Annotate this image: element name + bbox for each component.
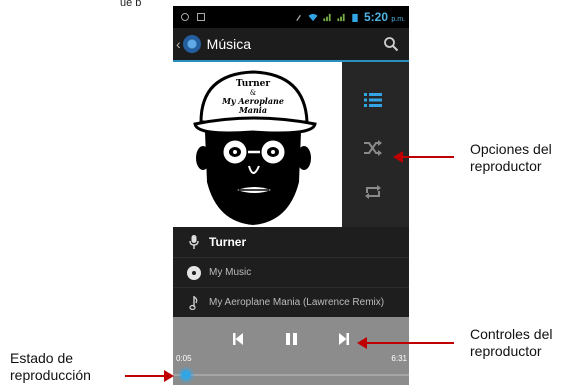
action-bar: ‹ Música (173, 28, 409, 62)
status-callout-line-1: Estado de (10, 350, 74, 366)
cap-text-line-4: Mania (238, 105, 267, 115)
status-callout: Estado de reproducción (10, 350, 91, 384)
phone-screen: 5:20 p.m. ‹ Música Turner & My Aeroplane… (173, 6, 409, 385)
options-callout-line-2: reproductor (470, 158, 542, 174)
options-callout: Opciones del reproductor (470, 141, 552, 175)
track-row[interactable]: My Aeroplane Mania (Lawrence Remix) (173, 287, 409, 317)
options-arrow (402, 156, 454, 158)
seek-thumb[interactable] (181, 370, 191, 380)
options-callout-line-1: Opciones del (470, 141, 552, 157)
microphone-icon (189, 235, 199, 249)
options-arrow-head (393, 151, 403, 163)
back-icon[interactable]: ‹ (176, 36, 181, 52)
controls-callout: Controles del reproductor (470, 326, 553, 360)
artist-row[interactable]: Turner (173, 227, 409, 257)
playback-controls: 0:05 6:31 (173, 317, 409, 385)
instruction-text-fragment: ue p (120, 0, 142, 6)
elapsed-time: 0:05 (176, 354, 192, 363)
controls-callout-line-1: Controles del (470, 326, 553, 342)
status-arrow (125, 375, 165, 377)
clock: 5:20 p.m. (364, 10, 405, 24)
total-duration: 6:31 (391, 354, 407, 363)
controls-arrow-head (357, 337, 367, 349)
status-bar: 5:20 p.m. (173, 6, 409, 28)
signal-icon (323, 13, 331, 21)
now-playing-info: Turner My Music My Aeroplane Mania (Lawr… (173, 227, 409, 317)
cap-text-line-1: Turner (236, 79, 270, 89)
repeat-icon[interactable] (364, 184, 382, 200)
artist-name: Turner (209, 235, 247, 249)
app-title: Música (206, 36, 252, 52)
music-app-icon[interactable] (182, 35, 201, 53)
notification-icon (181, 13, 189, 21)
album-row[interactable]: My Music (173, 257, 409, 287)
pause-icon[interactable] (286, 333, 297, 345)
mute-icon (296, 14, 301, 21)
wifi-icon (308, 13, 318, 21)
track-title: My Aeroplane Mania (Lawrence Remix) (209, 297, 385, 308)
previous-track-icon[interactable] (233, 333, 243, 345)
next-track-icon[interactable] (339, 333, 349, 345)
album-name: My Music (209, 267, 252, 278)
music-note-icon (189, 295, 198, 310)
status-callout-line-2: reproducción (10, 367, 91, 383)
image-notification-icon (197, 13, 205, 21)
player-options-panel (342, 62, 409, 227)
playlist-icon[interactable] (364, 92, 382, 108)
album-art: Turner & My Aeroplane Mania (173, 62, 342, 227)
signal-2-icon (337, 13, 345, 21)
disc-icon (187, 265, 201, 280)
controls-callout-line-2: reproductor (470, 343, 542, 359)
seek-bar[interactable] (173, 374, 409, 376)
battery-icon (352, 13, 358, 22)
shuffle-icon[interactable] (364, 140, 382, 156)
search-icon[interactable] (383, 36, 399, 52)
controls-arrow (366, 342, 454, 344)
status-arrow-head (164, 370, 174, 382)
album-art-drawing: Turner & My Aeroplane Mania (193, 70, 317, 225)
